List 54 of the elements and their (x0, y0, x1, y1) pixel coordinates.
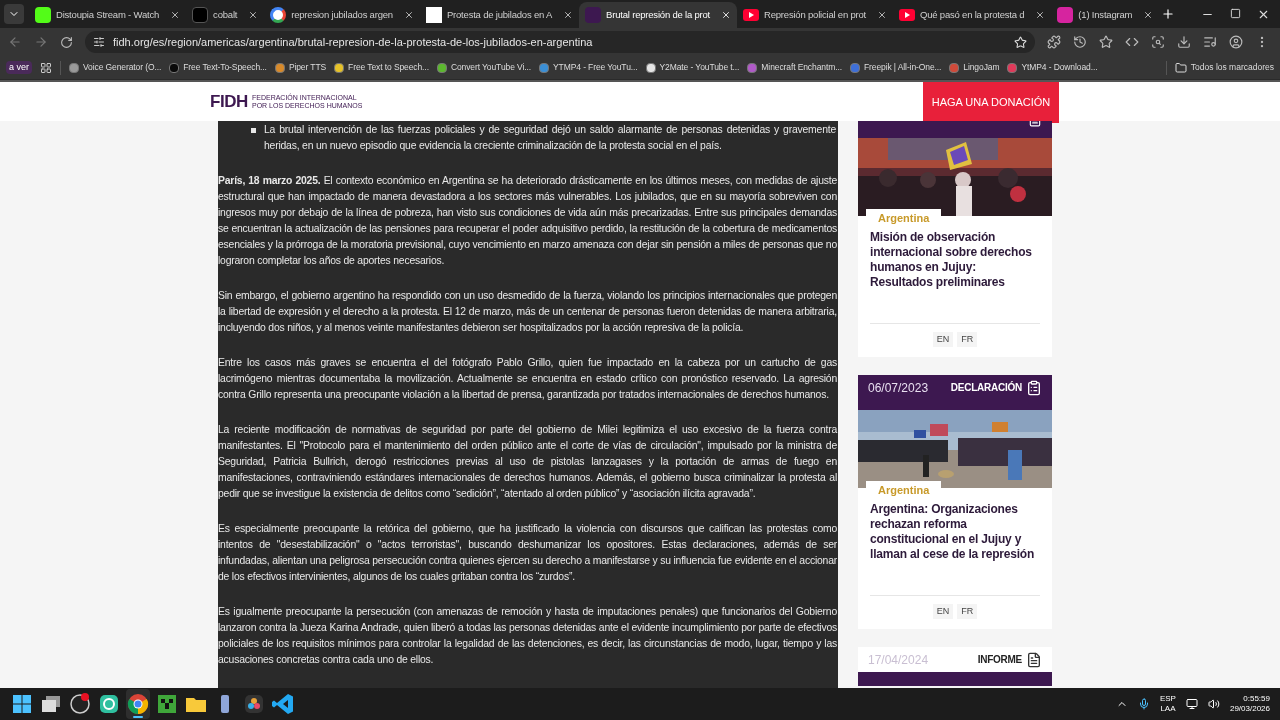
article-paragraph: La reciente modificación de normativas de seguridad por parte del gobierno de Milei legitimiza el uso excesivo de la fuerza contra manifestantes. El "Protocolo para el mantenimiento del orden público ante el corte de vías de circulación", impulsado por la ministra de Seguridad, Patricia Bullrich, derogó restricciones previas al uso de pistolas lanzagases y la portación de armas de fuego en manifestaciones, contraviniendo estándares internacionales de derechos humanos. Además, el gobierno busca criminalizar la protesta al pedir que se investigue la existencia de delitos como “sedición”, “atentado al orden público” y “asociación ilícita agravada”. (218, 423, 838, 501)
browser-tab[interactable]: Protesta de jubilados en A (419, 2, 580, 28)
tab-title: (1) Instagram (1078, 7, 1133, 22)
browser-tab[interactable]: Qué pasó en la protesta d (893, 2, 1052, 28)
bookmark[interactable]: LingoJam (949, 61, 1000, 74)
card-date: 17/04/2024 (868, 651, 929, 669)
input-language[interactable]: ESP LAA (1159, 694, 1176, 714)
bullet-text: La brutal intervención de las fuerzas policiales y de seguridad dejó un saldo alarmante de personas detenidas y gravemente heridas, en un nuevo episodio que evidencia la creciente criminalización de la protesta social en el país. (264, 123, 836, 153)
bookmark[interactable]: Y2Mate - YouTube t... (645, 61, 740, 74)
tab-title: Qué pasó en la protesta d (920, 7, 1025, 22)
donate-button[interactable]: HAGA UNA DONACIÓN (923, 82, 1059, 123)
card-type: DECLARACIÓN (950, 380, 1022, 395)
tab-title: Distoupia Stream - Watch (56, 7, 160, 22)
tab-title: Protesta de jubilados en A (446, 7, 553, 22)
address-bar[interactable]: fidh.org/es/region/americas/argentina/brutal-represion-de-la-protesta-de-los-jubilados-en-argentina (85, 31, 1035, 53)
article-paragraph: Es especialmente preocupante la retórica del gobierno, que ha justificado la violencia con discursos que califican las protestas como intentos de "desestabilización" o "actos terroristas", buscando deshumanizar los opositores. Estas declaraciones, además de ser infundadas, alientan una peligrosa persecución contra quienes ejercen su derecho a manifestarse y su influencia fue evidente en el accionar de los efectivos intervinientes, algunos de los cuales gritaban contra los “zurdos”. (218, 522, 838, 584)
language-link[interactable]: FR (957, 603, 978, 619)
tab-title: Brutal represión de la prot (606, 7, 711, 22)
bookmark[interactable]: Free Text to Speech... (334, 61, 429, 74)
url-text: fidh.org/es/region/americas/argentina/brutal-represion-de-la-protesta-de-los-jubilados-en-argentina (113, 34, 594, 50)
language-link[interactable]: FR (957, 331, 978, 347)
browser-tab[interactable]: represion jubilados argen (264, 2, 420, 28)
bookmark[interactable]: Minecraft Enchantm... (747, 61, 842, 74)
article-paragraph: Es igualmente preocupante la persecución (con amenazas de remoción y hasta de imputaciones penales) que funcionarios del Gobierno lanzaron contra la Jueza Karina Andrade, quien liberó a todas las personas detenidas ante el evidente incumplimiento por parte de efectivos policiales de los requisitos mínimos para controlar la legalidad de las detenciones, es decir, las circunstancias de modo, lugar, tiempo y las acusaciones concretas contra cada uno de ellos. (218, 605, 838, 667)
browser-tab[interactable]: Distoupia Stream - Watch (29, 2, 187, 28)
all-bookmarks[interactable]: Todos los marcadores (1174, 61, 1274, 74)
news-card[interactable]: Argentina Misión de observación internacional sobre derechos humanos en Jujuy: Resultados preliminares EN FR (858, 121, 1052, 357)
clock[interactable]: 0:55:59 29/03/2026 (1229, 694, 1270, 714)
bookmark[interactable]: YtMP4 - Download... (1007, 61, 1098, 74)
browser-tab[interactable]: Brutal represión de la prot (579, 2, 738, 28)
tab-title: Represión policial en prot (764, 7, 867, 22)
bookmark[interactable]: YTMP4 - Free YouTu... (539, 61, 638, 74)
article-paragraph: Sin embargo, el gobierno argentino ha respondido con un uso desmedido de la fuerza, violando los principios internacionales que protegen la libertad de expresión y el derecho a la protesta. El 12 de marzo, más de un centenar de personas fueron detenidas de manera arbitraria, incluyendo dos niños, y al menos veinte manifestantes debieron ser hospitalizados por la acción represiva de la policía. (218, 289, 838, 335)
bookmark-group[interactable]: a ver (6, 60, 32, 75)
browser-tab[interactable]: Represión policial en prot (737, 2, 894, 28)
fidh-logo[interactable]: FIDH (210, 93, 248, 110)
bookmark[interactable]: Voice Generator (O... (69, 61, 162, 74)
card-title[interactable]: Misión de observación internacional sobre derechos humanos en Jujuy: Resultados preliminares (870, 229, 1040, 320)
tab-title: represion jubilados argen (291, 7, 393, 22)
article-paragraph: Entre los casos más graves se encuentra el del fotógrafo Pablo Grillo, quien fue impactado en la cabeza por un cartucho de gas lacrimógeno mientras documentaba la movilización. Actualmente se encuentra en estado crítico con pronóstico reservado. La agresión contra Grillo representa una preocupante violación a la libertad de prensa, garantizada por tratados internacionales de derechos humanos. (218, 356, 838, 402)
bookmark[interactable]: Free Text-To-Speech... (169, 61, 267, 74)
news-card[interactable]: 06/07/2023 DECLARACIÓN Argentina Argentina: Organizaciones rechazan reforma constitucional en el Jujuy y llaman al cese de la represión EN FR (858, 375, 1052, 629)
language-link[interactable]: EN (932, 603, 954, 619)
tab-title: cobalt (213, 7, 238, 22)
card-title[interactable]: Argentina: Organizaciones rechazan reforma constitucional en el Jujuy y llaman al cese de la represión (870, 501, 1040, 592)
bookmark[interactable]: Freepik | All-in-One... (849, 61, 942, 74)
browser-tab[interactable]: (1) Instagram (1051, 2, 1160, 28)
bookmark[interactable]: Piper TTS (274, 61, 327, 74)
card-type: INFORME (977, 653, 1022, 667)
bookmark[interactable]: Convert YouTube Vi... (436, 61, 532, 74)
card-date: 06/07/2023 (868, 379, 929, 397)
article-paragraph: París, 18 marzo 2025. El contexto económico en Argentina se ha deteriorado drásticamente en los últimos meses, con medidas de ajuste estructural que han impactado de manera devastadora a los sectores más vulnerables. Los jubilados, que en su mayoría sobreviven con ingresos muy por debajo de la línea de pobreza, han visto sus condiciones de vida aún más precarizadas. Entre sus principales demandas se encuentran la actualización de las pensiones para recuperar el poder adquisitivo perdido, la restitución de la cobertura de medicamentos esenciales y la prórroga de la moratoria previsional, cuyo vencimiento en marzo amenaza con dejar sin pensión a miles de personas que no lograron completar los años de aportes necesarios. (218, 174, 838, 268)
browser-tab[interactable]: cobalt (186, 2, 265, 28)
language-link[interactable]: EN (932, 331, 954, 347)
